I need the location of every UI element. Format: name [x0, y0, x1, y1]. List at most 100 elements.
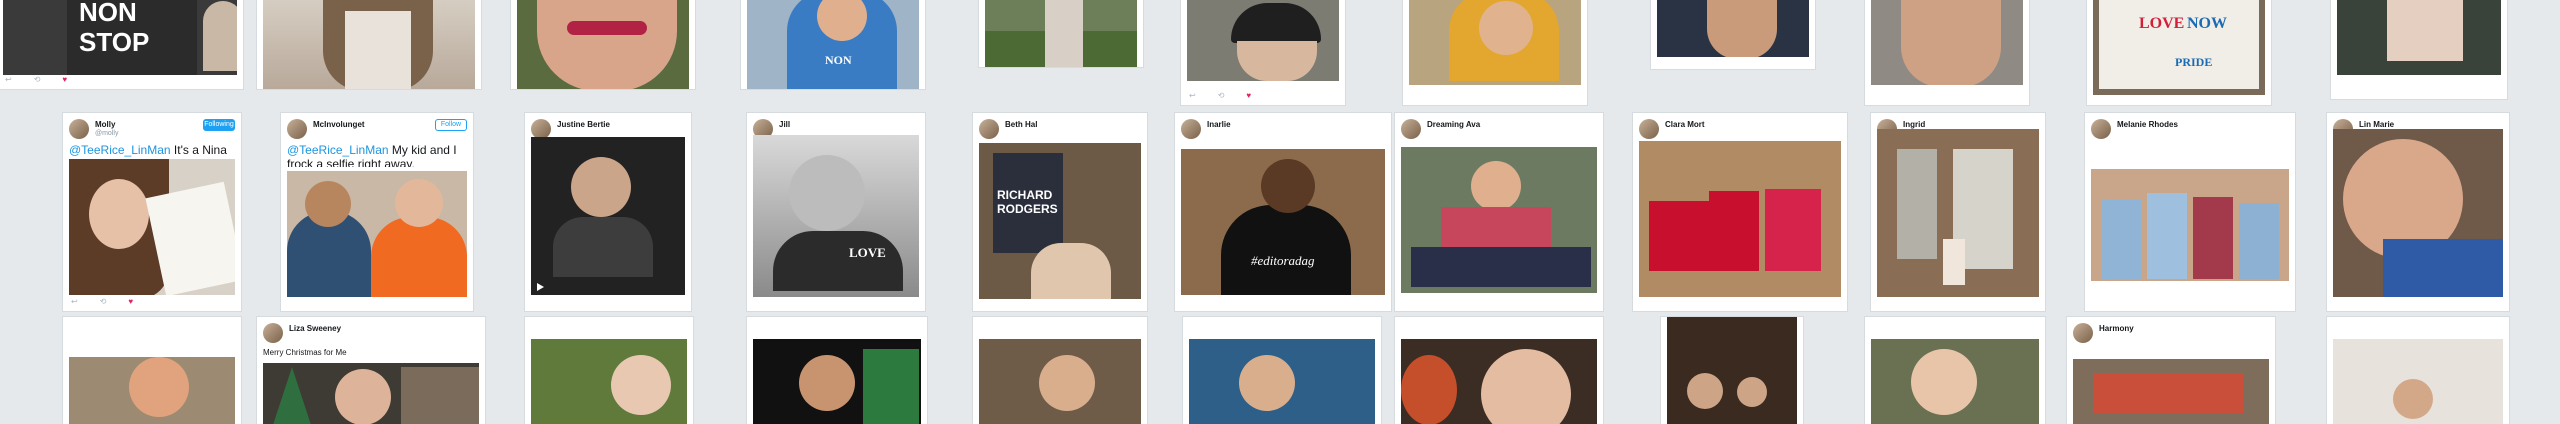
avatar[interactable] [979, 119, 999, 139]
tweet-photo[interactable] [1871, 0, 2023, 85]
tweet-card[interactable]: Harmony [2066, 316, 2276, 424]
tweet-author[interactable]: McInvolunget [313, 119, 427, 130]
tweet-author[interactable]: Inarlie [1207, 119, 1345, 130]
tweet-photo[interactable] [1401, 339, 1597, 424]
tweet-card[interactable]: Dreaming Ava [1394, 112, 1604, 312]
tweet-card[interactable] [2330, 0, 2508, 100]
avatar[interactable] [1181, 119, 1201, 139]
tweet-card[interactable] [1402, 0, 1588, 106]
avatar[interactable] [263, 323, 283, 343]
tweet-author[interactable]: Melanie Rhodes [2117, 119, 2249, 130]
tweet-card[interactable] [2326, 316, 2510, 424]
avatar[interactable] [2073, 323, 2093, 343]
tweet-photo[interactable] [2337, 0, 2501, 75]
tweet-photo[interactable] [1189, 339, 1375, 424]
tweet-photo[interactable] [753, 339, 921, 424]
tweet-card[interactable]: Justine Bertie [524, 112, 692, 312]
tweet-photo[interactable] [531, 339, 687, 424]
tweet-photo[interactable]: NON [747, 0, 919, 89]
tweet-photo[interactable] [2073, 359, 2269, 424]
avatar[interactable] [531, 119, 551, 139]
tweet-card[interactable] [524, 316, 694, 424]
tweet-card[interactable] [1660, 316, 1804, 424]
avatar[interactable] [69, 119, 89, 139]
avatar[interactable] [287, 119, 307, 139]
tweet-card[interactable]: Clara Mort [1632, 112, 1848, 312]
tweet-photo[interactable] [263, 363, 479, 424]
tweet-photo[interactable]: LOVE NOW PRIDE [2093, 0, 2265, 95]
tweet-card[interactable] [1864, 0, 2030, 106]
tweet-photo[interactable]: NON STOP [3, 0, 237, 75]
tweet-card[interactable]: ↩ ⟲ ♥ [1180, 0, 1346, 106]
tweet-photo[interactable] [1877, 129, 2039, 297]
tweet-photo[interactable] [1657, 0, 1809, 57]
tweet-card[interactable] [256, 0, 482, 90]
tweet-card[interactable]: McInvolunget Follow @TeeRice_LinMan My k… [280, 112, 474, 312]
reply-icon[interactable]: ↩ [1189, 91, 1196, 101]
tweet-author[interactable]: Clara Mort [1665, 119, 1801, 130]
tweet-photo[interactable] [1871, 339, 2039, 424]
tweet-author[interactable]: Liza Sweeney [289, 323, 439, 334]
tweet-photo[interactable] [69, 159, 235, 295]
tweet-author[interactable]: Beth Hal [1005, 119, 1101, 130]
like-icon[interactable]: ♥ [128, 297, 133, 307]
like-icon[interactable]: ♥ [62, 75, 67, 85]
follow-button[interactable]: Follow [435, 119, 467, 131]
avatar[interactable] [1639, 119, 1659, 139]
tweet-photo[interactable]: RICHARD RODGERS [979, 143, 1141, 299]
tweet-card[interactable]: Inarlie #editoradag [1174, 112, 1392, 312]
tweet-card[interactable] [1182, 316, 1382, 424]
tweet-photo[interactable]: LOVE [753, 135, 919, 297]
tweet-author[interactable]: Dreaming Ava [1427, 119, 1557, 130]
tweet-photo[interactable] [1187, 0, 1339, 81]
tweet-card[interactable]: Beth Hal RICHARD RODGERS [972, 112, 1148, 312]
tweet-photo[interactable] [985, 0, 1137, 67]
tweet-photo[interactable] [1401, 147, 1597, 293]
reply-icon[interactable]: ↩ [5, 75, 12, 85]
tweet-photo[interactable] [1667, 317, 1797, 424]
tweet-card[interactable]: Liza Sweeney Merry Christmas for Me [256, 316, 486, 424]
tweet-author[interactable]: Justine Bertie [557, 119, 645, 130]
avatar[interactable] [2091, 119, 2111, 139]
avatar[interactable] [1401, 119, 1421, 139]
tweet-photo[interactable] [287, 171, 467, 297]
tweet-photo[interactable] [1409, 0, 1581, 85]
tweet-photo[interactable] [979, 339, 1141, 424]
tweet-card[interactable] [746, 316, 928, 424]
tweet-photo[interactable] [1639, 141, 1841, 297]
tweet-video[interactable] [531, 137, 685, 295]
tweet-card[interactable] [510, 0, 696, 90]
tweet-card[interactable] [1394, 316, 1604, 424]
play-icon[interactable] [537, 283, 544, 291]
tweet-photo[interactable] [69, 357, 235, 424]
tweet-author[interactable]: Harmony [2099, 323, 2229, 334]
tweet-photo[interactable] [263, 0, 475, 89]
reply-icon[interactable]: ↩ [71, 297, 78, 307]
tweet-card[interactable]: Lin Marie [2326, 112, 2510, 312]
retweet-icon[interactable]: ⟲ [100, 297, 107, 307]
tweet-photo[interactable]: #editoradag [1181, 149, 1385, 295]
retweet-icon[interactable]: ⟲ [1218, 91, 1225, 101]
tweet-photo[interactable] [2333, 129, 2503, 297]
retweet-icon[interactable]: ⟲ [34, 75, 41, 85]
tweet-card[interactable] [978, 0, 1144, 68]
tweet-card[interactable]: NON [740, 0, 926, 90]
follow-button[interactable]: Following [203, 119, 235, 131]
mention-link[interactable]: @TeeRice_LinMan [69, 143, 171, 157]
tweet-card[interactable] [1864, 316, 2046, 424]
tweet-card[interactable]: NON STOP ↩ ⟲ ♥ [0, 0, 244, 90]
like-icon[interactable]: ♥ [1246, 91, 1251, 101]
tweet-photo[interactable] [517, 0, 689, 89]
tweet-card[interactable]: LOVE NOW PRIDE [2086, 0, 2272, 106]
tweet-card[interactable] [1650, 0, 1816, 70]
tweet-card[interactable]: Melanie Rhodes [2084, 112, 2296, 312]
tweet-author[interactable]: Jill [779, 119, 879, 130]
tweet-card[interactable]: Ingrid [1870, 112, 2046, 312]
tweet-card[interactable] [62, 316, 242, 424]
tweet-card[interactable]: Molly @molly Following @TeeRice_LinMan I… [62, 112, 242, 312]
tweet-card[interactable] [972, 316, 1148, 424]
tweet-photo[interactable] [2333, 339, 2503, 424]
tweet-card[interactable]: Jill LOVE [746, 112, 926, 312]
mention-link[interactable]: @TeeRice_LinMan [287, 143, 389, 157]
tweet-photo[interactable] [2091, 169, 2289, 281]
